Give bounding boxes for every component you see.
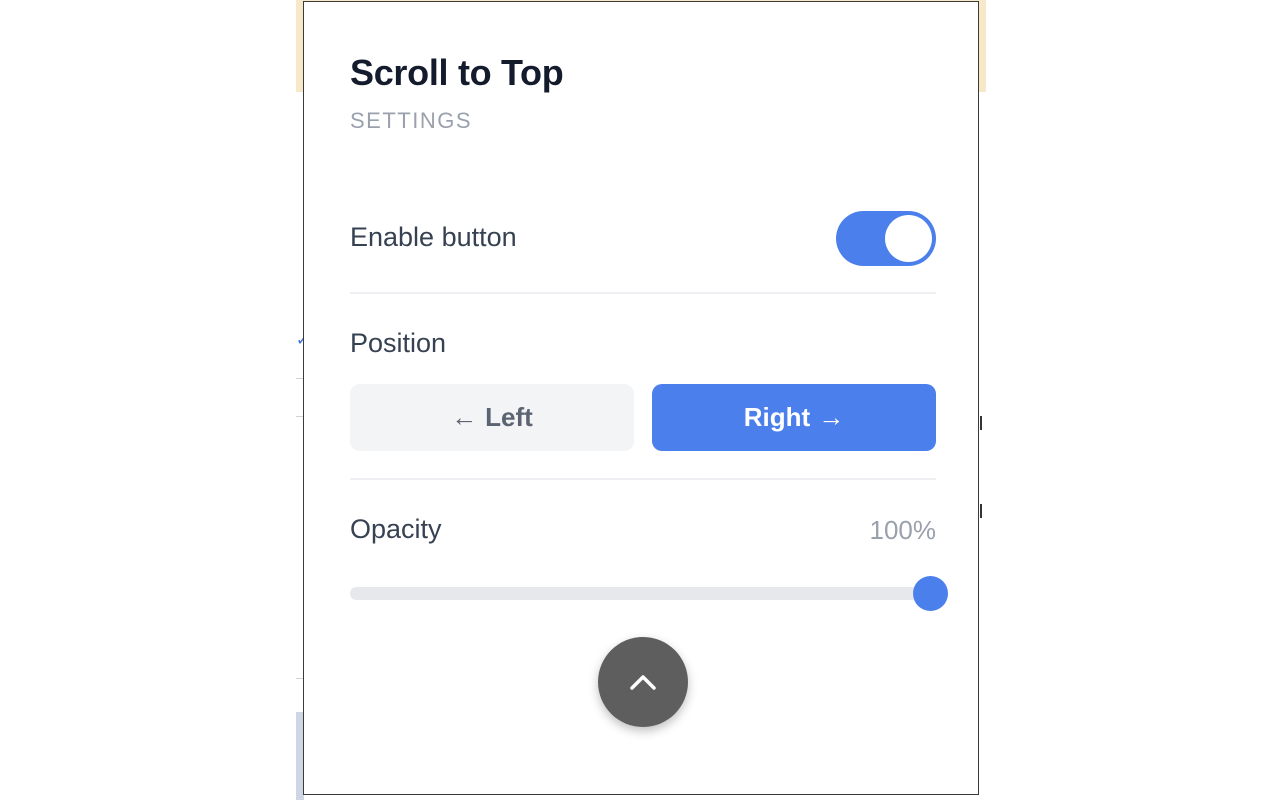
opacity-label: Opacity [350, 514, 442, 544]
opacity-value: 100% [869, 515, 937, 545]
popup-title: Scroll to Top [350, 52, 564, 93]
enable-button-label: Enable button [350, 222, 517, 252]
arrow-left-icon: ← [451, 402, 478, 432]
divider [350, 478, 936, 480]
screen: ✓ Scroll to Top SETTINGS Enable button P… [0, 0, 1280, 800]
scroll-to-top-button[interactable] [598, 637, 688, 727]
settings-popup: Scroll to Top SETTINGS Enable button Pos… [303, 1, 979, 795]
background-mark [980, 416, 982, 430]
position-right-button[interactable]: Right → [652, 384, 936, 451]
popup-subtitle: SETTINGS [350, 108, 473, 133]
position-label: Position [350, 328, 447, 358]
position-left-label: Left [485, 402, 533, 432]
enable-toggle[interactable] [836, 211, 936, 266]
position-right-label: Right [743, 402, 811, 432]
divider [350, 292, 936, 294]
position-left-button[interactable]: ← Left [350, 384, 634, 451]
background-mark [980, 504, 982, 518]
opacity-slider-thumb[interactable] [913, 576, 948, 611]
opacity-slider-track[interactable] [350, 587, 930, 600]
arrow-right-icon: → [818, 402, 845, 432]
chevron-up-icon [630, 675, 656, 690]
toggle-knob [885, 215, 932, 262]
